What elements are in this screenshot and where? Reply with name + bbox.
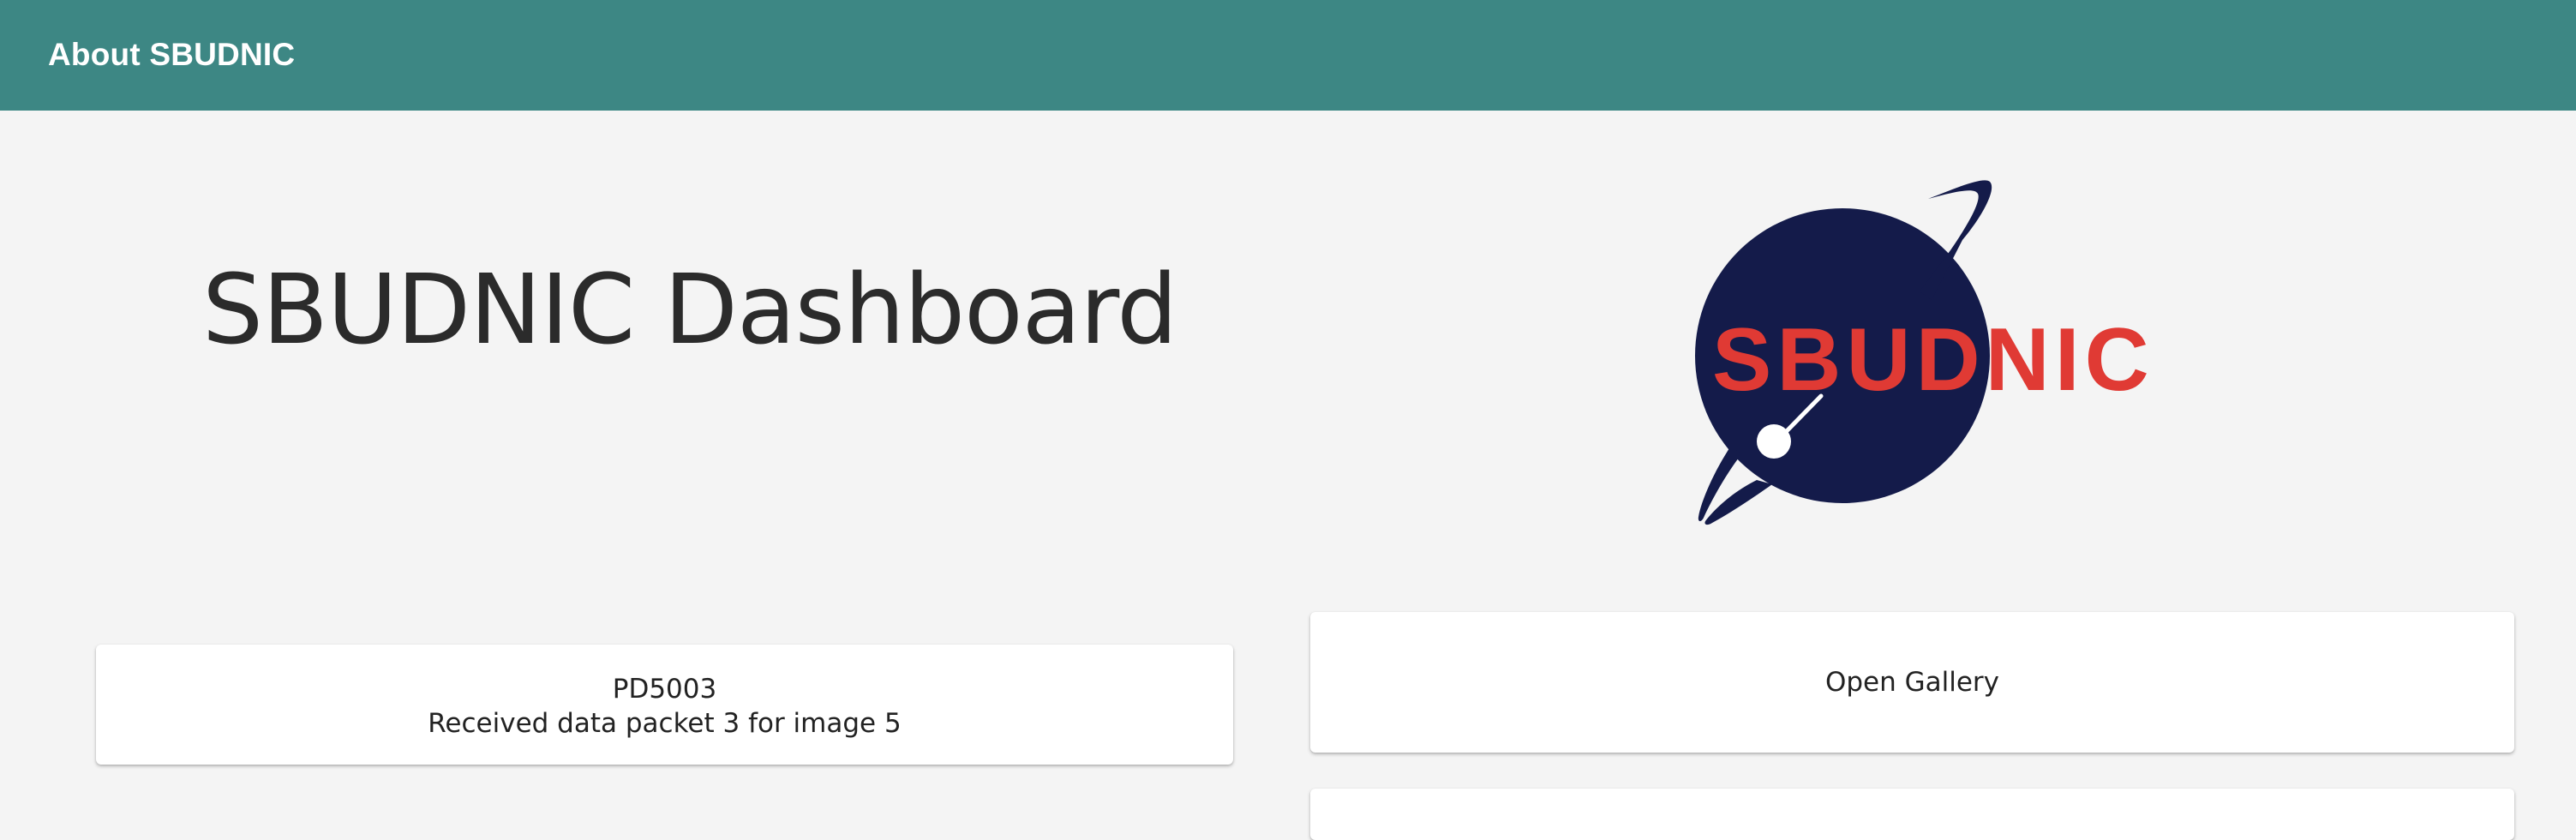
status-message: Received data packet 3 for image 5 <box>428 708 902 739</box>
sbudnic-logo: SBUDNIC <box>1695 180 2154 525</box>
status-code: PD5003 <box>612 674 717 705</box>
open-gallery-label: Open Gallery <box>1824 667 2000 698</box>
satellite-dot <box>1757 424 1791 459</box>
about-sbudnic-link[interactable]: About SBUDNIC <box>48 33 295 77</box>
page-title: SBUDNIC Dashboard <box>202 255 1177 366</box>
logo-text: SBUDNIC <box>1712 310 2154 410</box>
status-card: PD5003 Received data packet 3 for image … <box>96 645 1233 765</box>
top-app-bar: About SBUDNIC <box>0 0 2576 111</box>
open-gallery-button[interactable]: Open Gallery <box>1310 612 2514 753</box>
next-card[interactable] <box>1310 789 2514 840</box>
